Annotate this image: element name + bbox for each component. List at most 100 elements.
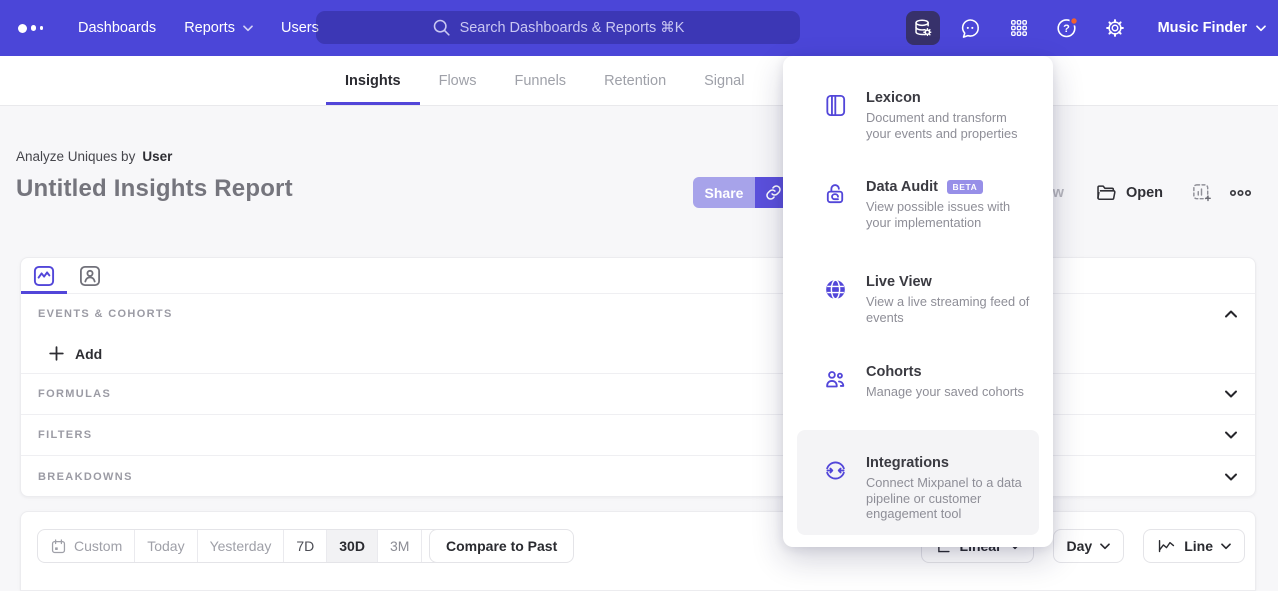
chevron-down-icon[interactable]: [1224, 389, 1238, 399]
breakdowns-label: BREAKDOWNS: [38, 471, 133, 483]
analyze-prefix: Analyze Uniques by: [16, 149, 135, 164]
section-breakdowns[interactable]: BREAKDOWNS: [21, 456, 1255, 497]
mixpanel-logo-icon[interactable]: [18, 24, 60, 33]
menu-item-text: Integrations Connect Mixpanel to a data …: [866, 454, 1035, 522]
data-audit-icon: [823, 182, 849, 230]
menu-item-text: Cohorts Manage your saved cohorts: [866, 363, 1024, 400]
more-options-icon[interactable]: [1229, 189, 1252, 197]
project-switcher[interactable]: Music Finder: [1158, 20, 1266, 36]
chart-type-label: Line: [1184, 538, 1213, 554]
date-option-30d[interactable]: 30D: [327, 530, 378, 562]
profiles-tab-icon[interactable]: [78, 264, 102, 288]
messages-icon[interactable]: [954, 11, 988, 45]
calendar-icon: [50, 538, 67, 555]
date-option-today[interactable]: Today: [135, 530, 197, 562]
menu-item-description: Connect Mixpanel to a data pipeline or c…: [866, 475, 1035, 522]
apps-dropdown-menu: Lexicon Document and transform your even…: [783, 56, 1053, 547]
search-input[interactable]: Search Dashboards & Reports ⌘K: [316, 11, 800, 44]
data-management-icon[interactable]: [906, 11, 940, 45]
header-actions: New Open: [1034, 177, 1252, 208]
nav-link-label: Users: [281, 20, 319, 36]
share-label: Share: [705, 185, 744, 201]
add-to-board-icon[interactable]: [1191, 182, 1212, 203]
section-formulas[interactable]: FORMULAS: [21, 374, 1255, 415]
apps-grid-icon[interactable]: [1002, 11, 1036, 45]
date-option-3m[interactable]: 3M: [378, 530, 422, 562]
tab-flows[interactable]: Flows: [439, 56, 477, 105]
chevron-down-icon[interactable]: [1224, 430, 1238, 440]
report-tabbar: Insights Flows Funnels Retention Signal …: [0, 56, 1278, 106]
chevron-up-icon[interactable]: [1224, 309, 1238, 319]
insights-chart-tab-icon[interactable]: [32, 264, 56, 288]
analyze-line: Analyze Uniques by User: [16, 149, 172, 164]
menu-item-description: Manage your saved cohorts: [866, 384, 1024, 400]
nav-link-label: Reports: [184, 20, 235, 36]
cohorts-icon: [823, 367, 849, 400]
events-cohorts-label: EVENTS & COHORTS: [38, 308, 173, 320]
menu-item-integrations[interactable]: Integrations Connect Mixpanel to a data …: [823, 454, 1035, 522]
menu-item-cohorts[interactable]: Cohorts Manage your saved cohorts: [823, 363, 1035, 400]
menu-item-description: View possible issues with your implement…: [866, 199, 1035, 230]
tab-signal[interactable]: Signal: [704, 56, 744, 105]
date-option-yesterday[interactable]: Yesterday: [198, 530, 285, 562]
nav-right: ? Music Finder: [906, 0, 1266, 56]
chevron-down-icon: [1221, 543, 1231, 550]
integrations-icon: [823, 458, 849, 522]
section-events-cohorts[interactable]: EVENTS & COHORTS: [21, 294, 1255, 334]
menu-item-title: Data Audit: [866, 178, 938, 196]
open-button[interactable]: Open: [1095, 182, 1163, 204]
folder-icon: [1095, 182, 1117, 204]
chart-toolbar: Custom Today Yesterday 7D 30D 3M 6M 12M …: [20, 511, 1256, 591]
chart-type-dropdown[interactable]: Line: [1143, 529, 1245, 563]
lexicon-icon: [823, 93, 849, 141]
menu-item-text: Data Audit BETA View possible issues wit…: [866, 178, 1035, 230]
compare-label: Compare to Past: [446, 538, 557, 554]
menu-item-description: Document and transform your events and p…: [866, 110, 1035, 141]
search-placeholder: Search Dashboards & Reports ⌘K: [460, 20, 685, 36]
menu-item-title: Cohorts: [866, 363, 922, 381]
settings-icon[interactable]: [1098, 11, 1132, 45]
share-group: Share: [693, 177, 792, 208]
chevron-down-icon: [243, 25, 253, 32]
tab-insights[interactable]: Insights: [345, 56, 401, 105]
menu-item-description: View a live streaming feed of events: [866, 294, 1035, 325]
section-filters[interactable]: FILTERS: [21, 415, 1255, 456]
formulas-label: FORMULAS: [38, 388, 111, 400]
date-option-label: Custom: [74, 538, 122, 554]
nav-link-reports[interactable]: Reports: [184, 20, 253, 36]
search-icon: [432, 18, 451, 37]
chevron-down-icon: [1256, 25, 1266, 32]
plus-icon: [49, 346, 64, 361]
nav-link-dashboards[interactable]: Dashboards: [78, 20, 156, 36]
open-label: Open: [1126, 185, 1163, 201]
tab-funnels[interactable]: Funnels: [514, 56, 566, 105]
menu-item-live-view[interactable]: Live View View a live streaming feed of …: [823, 273, 1035, 325]
filters-label: FILTERS: [38, 429, 92, 441]
date-option-custom[interactable]: Custom: [38, 530, 135, 562]
add-label: Add: [75, 346, 102, 362]
query-panel-tabs: [21, 258, 1255, 294]
date-option-7d[interactable]: 7D: [284, 530, 327, 562]
nav-link-users[interactable]: Users: [281, 20, 319, 36]
nav-links: Dashboards Reports Users: [78, 20, 319, 36]
compare-to-past-button[interactable]: Compare to Past: [429, 529, 574, 563]
page-title[interactable]: Untitled Insights Report: [16, 175, 293, 203]
add-event-button[interactable]: Add: [21, 334, 1255, 374]
project-name: Music Finder: [1158, 20, 1247, 36]
menu-item-title: Integrations: [866, 454, 949, 472]
nav-link-label: Dashboards: [78, 20, 156, 36]
menu-item-title: Lexicon: [866, 89, 921, 107]
interval-dropdown[interactable]: Day: [1053, 529, 1125, 563]
menu-item-text: Live View View a live streaming feed of …: [866, 273, 1035, 325]
analyze-entity[interactable]: User: [142, 149, 172, 164]
chevron-down-icon[interactable]: [1224, 472, 1238, 482]
link-icon: [764, 183, 783, 202]
help-icon[interactable]: ?: [1050, 11, 1084, 45]
share-button[interactable]: Share: [693, 177, 755, 208]
tab-retention[interactable]: Retention: [604, 56, 666, 105]
line-chart-icon: [1157, 538, 1176, 555]
menu-item-lexicon[interactable]: Lexicon Document and transform your even…: [823, 89, 1035, 141]
menu-item-data-audit[interactable]: Data Audit BETA View possible issues wit…: [823, 178, 1035, 230]
top-nav: Dashboards Reports Users Search Dashboar…: [0, 0, 1278, 56]
interval-label: Day: [1067, 538, 1093, 554]
